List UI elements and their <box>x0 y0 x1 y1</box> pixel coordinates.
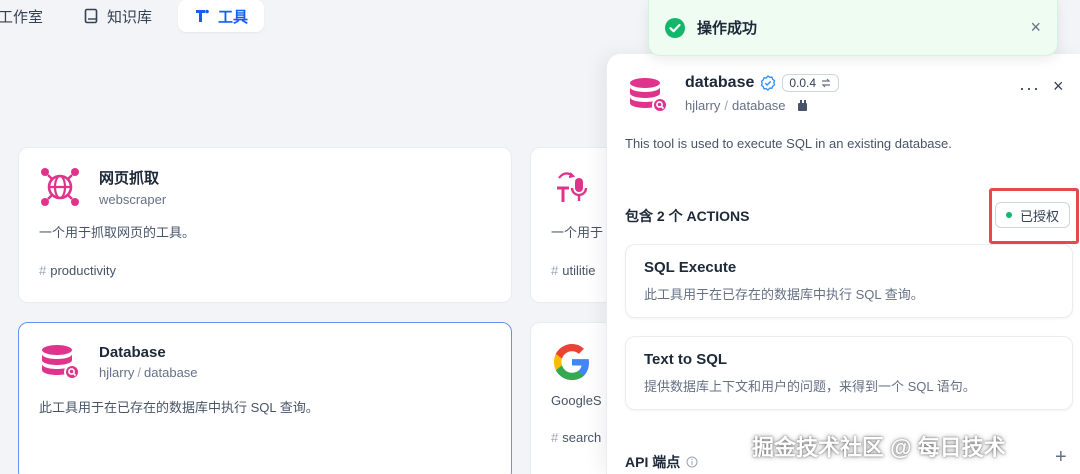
info-icon[interactable] <box>686 456 698 468</box>
book-icon <box>83 8 99 24</box>
check-circle-icon <box>665 17 685 38</box>
toast-close-icon[interactable]: × <box>1030 17 1041 38</box>
swap-icon <box>821 78 831 88</box>
success-toast: 操作成功 × <box>648 0 1058 56</box>
tool-name: database <box>685 74 755 91</box>
database-icon <box>627 74 669 116</box>
more-options-icon[interactable]: ··· <box>1019 78 1040 99</box>
actions-heading: 包含 2 个 ACTIONS <box>625 208 750 224</box>
text-to-speech-icon <box>551 166 593 208</box>
card-subtitle: webscraper <box>99 192 167 207</box>
verified-badge-icon <box>761 75 776 91</box>
globe-network-icon <box>39 166 81 208</box>
tab-tools[interactable]: 工具 <box>178 0 265 32</box>
tool-description: This tool is used to execute SQL in an e… <box>625 136 952 151</box>
tab-knowledge[interactable]: 知识库 <box>67 0 168 32</box>
card-title: Database <box>99 344 166 361</box>
google-logo-icon <box>551 341 593 383</box>
tab-studio[interactable]: 工作室 <box>0 0 59 32</box>
authorized-label: 已授权 <box>1020 208 1060 224</box>
plugin-icon <box>797 99 807 111</box>
tool-author-repo: hjlarry / database <box>685 98 839 113</box>
panel-close-icon[interactable]: × <box>1053 76 1064 97</box>
action-item-text-to-sql[interactable]: Text to SQL 提供数据库上下文和用户的问题，来得到一个 SQL 语句。 <box>625 336 1073 410</box>
version-label: 0.0.4 <box>789 76 817 90</box>
tab-knowledge-label: 知识库 <box>107 8 153 26</box>
card-tag: # productivity <box>39 263 116 278</box>
panel-header: database 0.0.4 hjlarry / database <box>627 74 840 116</box>
watermark: 掘金技术社区 @ 每日技术 <box>752 435 1006 460</box>
tab-tools-label: 工具 <box>218 8 249 26</box>
card-description: 一个用于抓取网页的工具。 <box>39 225 196 240</box>
card-description: 此工具用于在已存在的数据库中执行 SQL 查询。 <box>39 400 319 415</box>
action-description: 提供数据库上下文和用户的问题，来得到一个 SQL 语句。 <box>644 379 976 394</box>
action-name: SQL Execute <box>644 259 737 276</box>
card-subtitle: hjlarry / database <box>99 365 198 380</box>
authorized-badge[interactable]: 已授权 <box>995 202 1071 228</box>
tool-detail-panel: database 0.0.4 hjlarry / database ··· × Th… <box>606 54 1080 474</box>
tab-studio-label: 工作室 <box>0 8 44 26</box>
add-endpoint-button[interactable]: + <box>1055 446 1067 469</box>
toast-message: 操作成功 <box>697 20 758 37</box>
card-title: 网页抓取 <box>99 170 160 187</box>
action-description: 此工具用于在已存在的数据库中执行 SQL 查询。 <box>644 287 924 302</box>
action-item-sql-execute[interactable]: SQL Execute 此工具用于在已存在的数据库中执行 SQL 查询。 <box>625 244 1073 318</box>
tool-card-webscraper[interactable]: 网页抓取 webscraper 一个用于抓取网页的工具。 # productivi… <box>18 147 512 303</box>
api-endpoints-heading: API 端点 <box>625 452 698 472</box>
database-icon <box>39 341 81 383</box>
tools-icon <box>194 8 210 24</box>
action-name: Text to SQL <box>644 351 728 368</box>
tool-card-database[interactable]: Database hjlarry / database 此工具用于在已存在的数据库中… <box>18 322 512 474</box>
version-selector[interactable]: 0.0.4 <box>782 74 840 92</box>
status-dot-icon <box>1006 212 1012 218</box>
top-nav: 工作室 知识库 工具 <box>0 0 265 32</box>
